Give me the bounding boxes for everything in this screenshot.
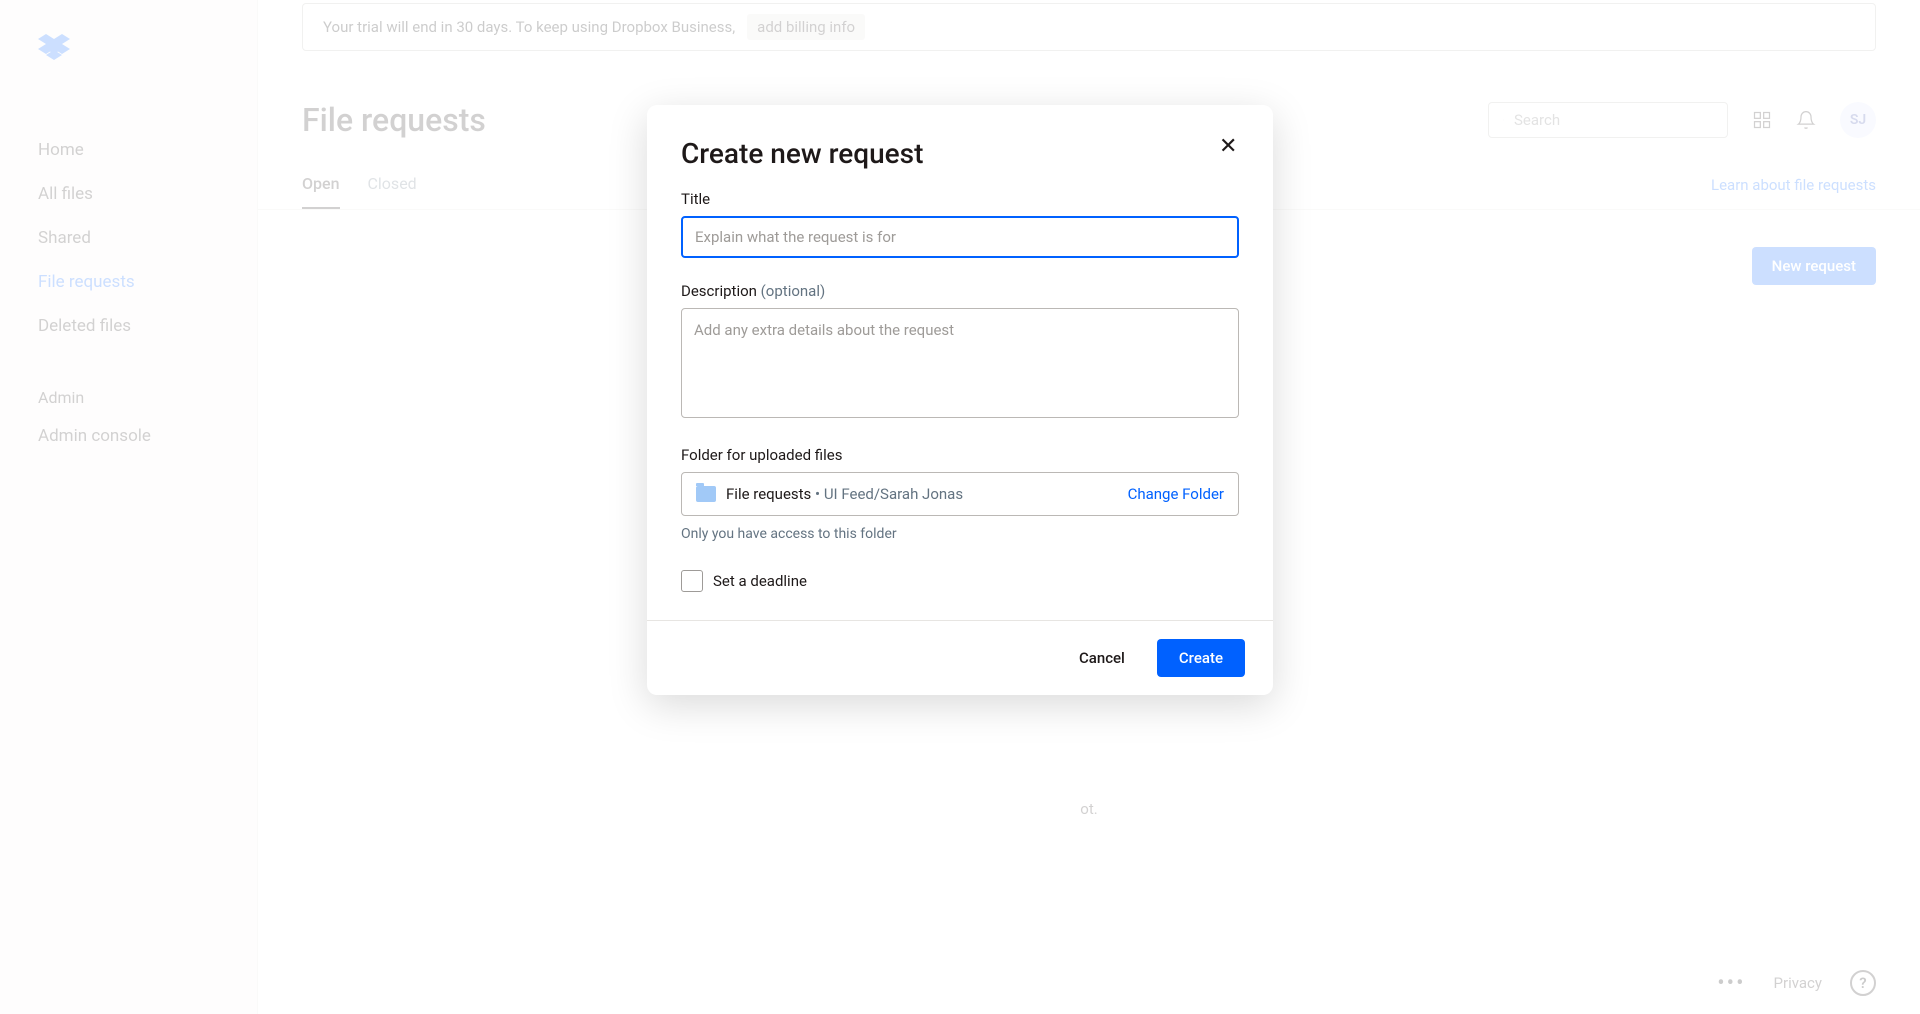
title-label: Title <box>681 190 1239 208</box>
create-button[interactable]: Create <box>1157 639 1245 677</box>
title-field-group: Title <box>681 190 1239 258</box>
modal-body: Title Description (optional) Folder for … <box>647 190 1273 620</box>
deadline-checkbox[interactable] <box>681 570 703 592</box>
description-label: Description (optional) <box>681 282 1239 300</box>
description-input[interactable] <box>681 308 1239 418</box>
folder-box: File requests • UI Feed/Sarah Jonas Chan… <box>681 472 1239 516</box>
deadline-checkbox-row: Set a deadline <box>681 570 1239 592</box>
folder-path: File requests • UI Feed/Sarah Jonas <box>726 485 1118 503</box>
folder-field-group: Folder for uploaded files File requests … <box>681 446 1239 542</box>
close-icon[interactable]: ✕ <box>1219 137 1239 157</box>
description-field-group: Description (optional) <box>681 282 1239 422</box>
folder-label: Folder for uploaded files <box>681 446 1239 464</box>
cancel-button[interactable]: Cancel <box>1059 639 1145 677</box>
change-folder-link[interactable]: Change Folder <box>1128 485 1224 503</box>
deadline-label: Set a deadline <box>713 572 807 590</box>
modal-footer: Cancel Create <box>647 620 1273 695</box>
create-request-modal: Create new request ✕ Title Description (… <box>647 105 1273 695</box>
modal-header: Create new request ✕ <box>647 105 1273 190</box>
modal-title: Create new request <box>681 137 923 170</box>
title-input[interactable] <box>681 216 1239 258</box>
folder-icon <box>696 486 716 502</box>
modal-overlay: Create new request ✕ Title Description (… <box>0 0 1920 1014</box>
folder-access-hint: Only you have access to this folder <box>681 526 1239 542</box>
